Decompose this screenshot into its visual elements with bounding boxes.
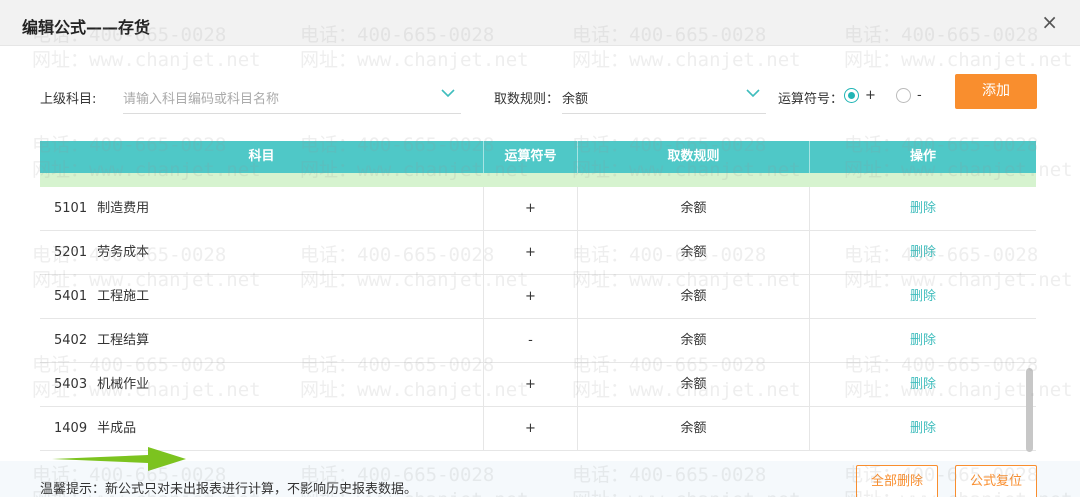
account-cell: 5403 机械作业 (40, 363, 484, 407)
account-code: 5101 (54, 201, 88, 216)
account-cell: 5101 制造费用 (40, 187, 484, 231)
table-body: 5101 制造费用 + 余额 删除 5201 劳务成本 + 余额 删除 5401 工程施工 + 余额 删除 5… (40, 187, 1036, 451)
rule-cell: 余额 (578, 407, 810, 451)
table-row: 5101 制造费用 + 余额 删除 (40, 187, 1036, 231)
formula-table: 科目 运算符号 取数规则 操作 5101 制造费用 + 余额 删除 5201 劳务成本 + 余额… (40, 141, 1036, 451)
table-row: 5201 劳务成本 + 余额 删除 (40, 231, 1036, 275)
operator-cell: - (484, 319, 578, 363)
rule-cell: 余额 (578, 363, 810, 407)
operator-cell: + (484, 363, 578, 407)
rule-label: 取数规则： (494, 92, 560, 107)
account-cell: 5201 劳务成本 (40, 231, 484, 275)
delete-link[interactable]: 删除 (910, 289, 936, 304)
parent-account-placeholder: 请输入科目编码或科目名称 (123, 92, 280, 107)
header-account: 科目 (40, 141, 484, 173)
account-name: 制造费用 (97, 201, 150, 216)
close-icon[interactable]: × (1041, 12, 1058, 32)
action-cell: 删除 (810, 319, 1036, 363)
account-cell: 5401 工程施工 (40, 275, 484, 319)
chevron-down-icon[interactable] (746, 86, 760, 100)
watermark-site: 网址：www.chanjet.net (844, 49, 1073, 71)
action-cell: 删除 (810, 275, 1036, 319)
rule-select[interactable]: 余额 (562, 78, 766, 114)
account-code: 5402 (54, 333, 88, 348)
operator-cell: + (484, 275, 578, 319)
operator-label: 运算符号： (778, 92, 844, 107)
rule-cell: 余额 (578, 319, 810, 363)
account-code: 5201 (54, 245, 88, 260)
watermark-site: 网址：www.chanjet.net (32, 49, 261, 71)
scrollbar[interactable] (1026, 368, 1033, 452)
account-code: 5401 (54, 289, 88, 304)
tip-text: 温馨提示：新公式只对未出报表进行计算，不影响历史报表数据。 (40, 482, 418, 497)
operator-cell: + (484, 231, 578, 275)
arrow-icon (52, 447, 186, 471)
account-name: 半成品 (97, 421, 137, 436)
parent-account-input[interactable]: 请输入科目编码或科目名称 (123, 78, 461, 114)
operator-cell: + (484, 407, 578, 451)
delete-link[interactable]: 删除 (910, 377, 936, 392)
operator-minus-label: - (917, 88, 922, 103)
table-row: 5401 工程施工 + 余额 删除 (40, 275, 1036, 319)
action-cell: 删除 (810, 363, 1036, 407)
account-name: 劳务成本 (97, 245, 150, 260)
rule-select-value: 余额 (562, 92, 589, 107)
add-button[interactable]: 添加 (955, 74, 1037, 109)
operator-plus-label: + (865, 88, 876, 103)
header-operator: 运算符号 (484, 141, 578, 173)
parent-account-label: 上级科目: (40, 92, 97, 107)
table-row: 5402 工程结算 - 余额 删除 (40, 319, 1036, 363)
reset-formula-button[interactable]: 公式复位 (955, 465, 1037, 497)
rule-cell: 余额 (578, 275, 810, 319)
highlight-strip (40, 173, 1036, 187)
watermark-site: 网址：www.chanjet.net (572, 49, 801, 71)
rule-cell: 余额 (578, 187, 810, 231)
action-cell: 删除 (810, 407, 1036, 451)
operator-cell: + (484, 187, 578, 231)
operator-plus-radio[interactable] (844, 88, 859, 103)
account-cell: 1409 半成品 (40, 407, 484, 451)
dialog-title: 编辑公式——存货 (22, 18, 151, 37)
table-row: 5403 机械作业 + 余额 删除 (40, 363, 1036, 407)
account-cell: 5402 工程结算 (40, 319, 484, 363)
account-name: 机械作业 (97, 377, 150, 392)
delete-link[interactable]: 删除 (910, 421, 936, 436)
operator-minus-radio[interactable] (896, 88, 911, 103)
action-cell: 删除 (810, 187, 1036, 231)
account-code: 1409 (54, 421, 88, 436)
action-cell: 删除 (810, 231, 1036, 275)
table-row: 1409 半成品 + 余额 删除 (40, 407, 1036, 451)
header-action: 操作 (909, 149, 936, 164)
chevron-down-icon[interactable] (441, 86, 455, 100)
delete-all-button[interactable]: 全部删除 (856, 465, 938, 497)
rule-cell: 余额 (578, 231, 810, 275)
delete-link[interactable]: 删除 (910, 245, 936, 260)
watermark-site: 网址：www.chanjet.net (300, 49, 529, 71)
account-name: 工程施工 (97, 289, 150, 304)
account-code: 5403 (54, 377, 88, 392)
dialog-titlebar: 编辑公式——存货 × (0, 0, 1080, 46)
filter-row: 上级科目: 请输入科目编码或科目名称 取数规则： 余额 运算符号： + - 添加 (0, 74, 1080, 114)
header-rule: 取数规则 (578, 141, 810, 173)
account-name: 工程结算 (97, 333, 150, 348)
table-header: 科目 运算符号 取数规则 操作 (40, 141, 1036, 173)
delete-link[interactable]: 删除 (910, 333, 936, 348)
delete-link[interactable]: 删除 (910, 201, 936, 216)
